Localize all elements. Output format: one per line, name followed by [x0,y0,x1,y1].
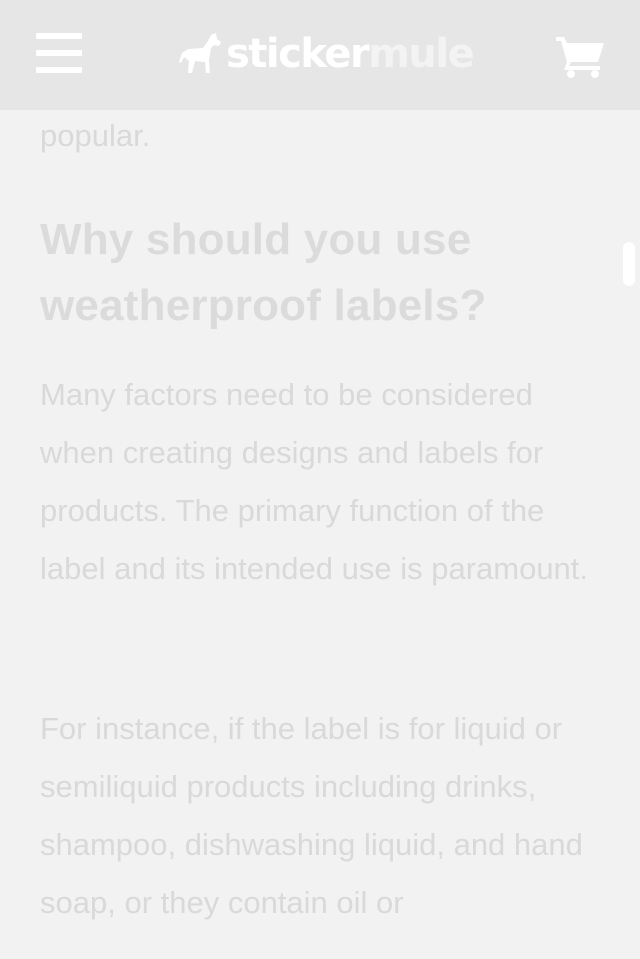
logo-text-mule: mule [368,31,475,77]
site-header: sticker mule [0,0,640,110]
section-heading: Why should you use weatherproof labels? [40,215,487,330]
paragraph-1: Many factors need to be considered when … [40,377,589,586]
mule-logo-icon [179,33,221,73]
paragraph-fragment: popular. [40,118,151,153]
hamburger-menu-icon[interactable] [36,33,82,75]
article-content: popular. Why should you use weatherproof… [40,110,610,920]
shopping-cart-icon[interactable] [556,34,606,78]
logo-text-sticker: sticker [226,31,370,77]
scrollbar-thumb[interactable] [623,242,635,286]
paragraph-2: For instance, if the label is for liquid… [40,711,583,920]
site-logo[interactable]: sticker mule [178,28,475,80]
